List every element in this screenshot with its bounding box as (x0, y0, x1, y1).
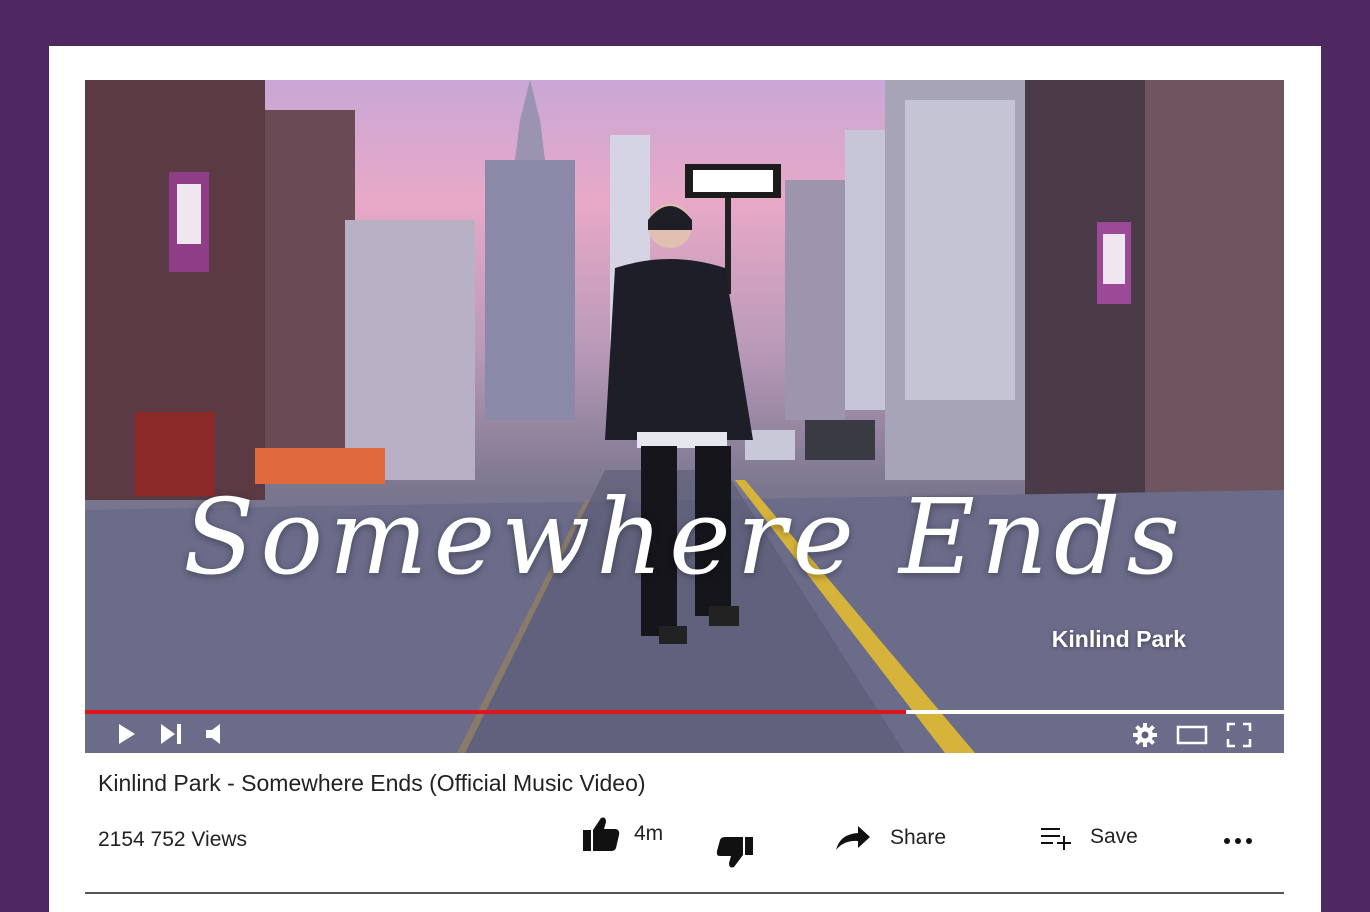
like-button[interactable]: 4m (582, 816, 663, 852)
video-actions-row: 2154 752 Views 4m Share Save (49, 816, 1321, 876)
like-count: 4m (634, 822, 664, 845)
play-icon[interactable] (117, 722, 137, 746)
view-count: 2154 752 Views (98, 828, 248, 851)
player-controls-right (1132, 722, 1252, 748)
more-dots-icon (1224, 838, 1252, 844)
next-icon[interactable] (159, 722, 183, 746)
save-button[interactable]: Save (1040, 824, 1138, 850)
video-overlay-artist: Kinlind Park (1051, 626, 1186, 652)
video-overlay-title: Somewhere Ends (183, 476, 1186, 598)
settings-gear-icon[interactable] (1132, 722, 1158, 748)
playlist-add-icon (1041, 828, 1071, 850)
thumbs-down-icon (716, 837, 753, 868)
more-options-button[interactable] (1222, 824, 1256, 859)
player-controls-left (117, 722, 225, 746)
theater-mode-icon[interactable] (1176, 724, 1208, 746)
video-title: Kinlind Park - Somewhere Ends (Official … (98, 770, 646, 796)
progress-bar[interactable] (85, 710, 1284, 714)
volume-icon[interactable] (205, 722, 225, 746)
fullscreen-icon[interactable] (1226, 722, 1252, 748)
share-arrow-icon (836, 826, 870, 850)
dislike-button[interactable] (716, 836, 754, 875)
share-button[interactable]: Share (834, 824, 946, 852)
save-label: Save (1090, 825, 1138, 848)
video-card: Somewhere Ends Kinlind Park Kinlind Park… (49, 46, 1321, 912)
progress-fill (85, 710, 907, 714)
thumbs-up-icon (583, 817, 620, 851)
video-player[interactable]: Somewhere Ends Kinlind Park (85, 80, 1284, 753)
share-label: Share (890, 826, 947, 849)
divider (85, 892, 1284, 894)
